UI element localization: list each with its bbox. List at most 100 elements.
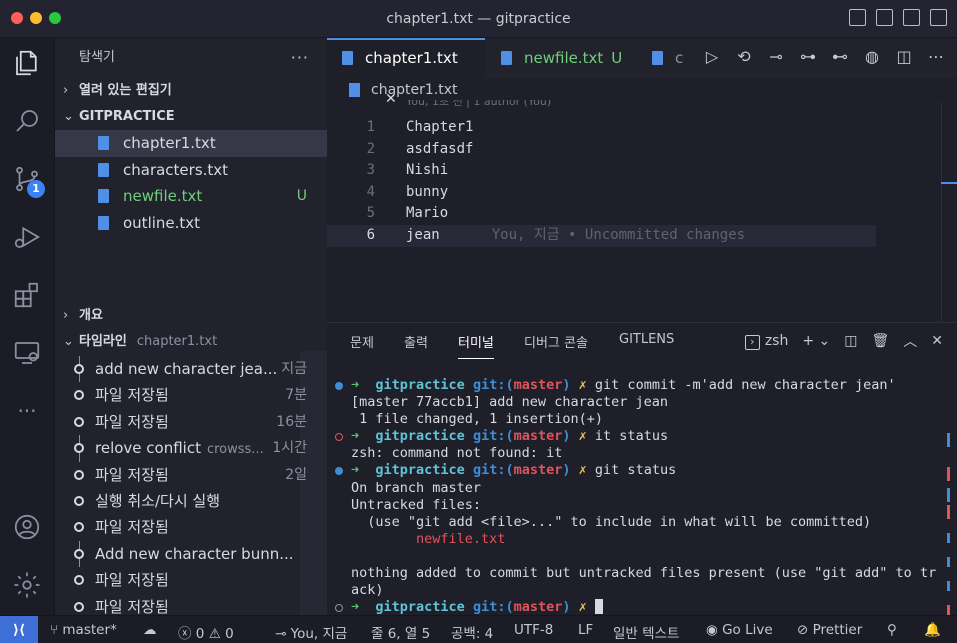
split-editor-icon[interactable]: ◫ [893, 46, 915, 68]
timeline-label: 파일 저장됨 [95, 597, 169, 616]
open-editors-section[interactable]: › 열려 있는 편집기 [55, 78, 327, 104]
file-item[interactable]: outline.txt [55, 210, 327, 237]
code-line[interactable]: 5 Mario [327, 203, 957, 225]
file-item[interactable]: chapter1.txt [55, 130, 327, 157]
remote-indicator-icon[interactable]: ⟩⟨ [0, 616, 38, 643]
folder-section[interactable]: ⌄ GITPRACTICE [55, 104, 327, 130]
code-line[interactable]: 1 Chapter1 [327, 117, 957, 139]
files-icon[interactable] [10, 46, 44, 80]
command-error-marker[interactable] [335, 433, 343, 442]
indentation[interactable]: 공백: 4 [451, 622, 493, 642]
settings-gear-icon[interactable] [10, 568, 44, 602]
tab-overflow[interactable]: c [637, 38, 697, 78]
code-view[interactable]: 1 Chapter1 2 asdfasdf 3 Nishi 4 bunny 5 Mario 6 jea… [327, 117, 957, 247]
timeline-label: 실행 취소/다시 실행 [95, 491, 220, 510]
more-icon[interactable]: ··· [10, 394, 44, 428]
tab-chapter1[interactable]: chapter1.txt ✕ [327, 38, 485, 107]
timeline-item[interactable]: 파일 저장됨 2일 [55, 462, 327, 488]
code-line[interactable]: 2 asdfasdf [327, 139, 957, 161]
extensions-icon[interactable] [10, 278, 44, 312]
go-live-button[interactable]: ◉ Go Live [706, 622, 773, 638]
language-mode[interactable]: 일반 텍스트 [613, 622, 679, 642]
history-icon[interactable]: ⟲ [733, 46, 755, 68]
encoding[interactable]: UTF-8 [514, 622, 553, 638]
account-icon[interactable] [10, 510, 44, 544]
run-icon[interactable]: ▷ [701, 46, 723, 68]
timeline-dot-icon [74, 469, 84, 480]
kill-terminal-icon[interactable]: 🗑 [871, 333, 889, 349]
remote-explorer-icon[interactable] [10, 336, 44, 370]
gitlens-icon[interactable]: ◍ [861, 46, 883, 68]
tab-output[interactable]: 출력 [404, 332, 428, 351]
inline-blame[interactable]: You, 지금 • Uncommitted changes [492, 227, 745, 243]
command-success-marker[interactable] [335, 382, 343, 390]
file-item[interactable]: characters.txt [55, 157, 327, 184]
next-commit-icon[interactable]: ⊷ [829, 46, 851, 68]
more-actions-icon[interactable]: ··· [291, 38, 309, 78]
timeline-item[interactable]: 파일 저장됨 [55, 514, 327, 540]
more-actions-icon[interactable]: ⋯ [925, 46, 947, 68]
tab-terminal[interactable]: 터미널 [458, 332, 494, 359]
timeline-dot-icon [74, 601, 84, 612]
cursor-position[interactable]: 줄 6, 열 5 [371, 622, 430, 642]
toggle-primary-sidebar-icon[interactable] [849, 9, 866, 26]
timeline-item[interactable]: 파일 저장됨 [55, 567, 327, 593]
tab-debug-console[interactable]: 디버그 콘솔 [524, 332, 588, 351]
blame-indicator[interactable]: ⊸ You, 지금 [275, 622, 347, 642]
file-icon [98, 162, 109, 177]
run-debug-icon[interactable] [10, 220, 44, 254]
new-terminal-icon[interactable]: + ⌄ [802, 333, 830, 349]
scm-badge: 1 [27, 180, 45, 198]
commit-icon[interactable]: ⊸ [765, 46, 787, 68]
previous-commit-icon[interactable]: ⊶ [797, 46, 819, 68]
feedback-icon[interactable]: ⚲ [887, 622, 897, 638]
chevron-down-icon: ⌄ [63, 109, 74, 124]
code-line[interactable]: 3 Nishi [327, 160, 957, 182]
split-terminal-icon[interactable]: ◫ [844, 333, 857, 349]
terminal-shell-selector[interactable]: › zsh [744, 333, 788, 350]
timeline-item[interactable]: 파일 저장됨 16분 [55, 409, 327, 435]
timeline-item[interactable]: Add new character bunn... [55, 540, 327, 568]
tab-newfile[interactable]: newfile.txt U [486, 38, 636, 78]
terminal-line: ack) [351, 582, 384, 599]
notifications-bell-icon[interactable]: 🔔 [924, 622, 941, 638]
code-line[interactable]: 4 bunny [327, 182, 957, 204]
blame-header[interactable]: You, 1초 전 | 1 author (You) [406, 100, 551, 108]
customize-layout-icon[interactable] [930, 9, 947, 26]
overview-ruler[interactable] [941, 102, 957, 322]
problems-indicator[interactable]: ⓧ 0 ⚠ 0 [178, 622, 234, 642]
timeline-sub: crowss... [206, 442, 264, 458]
timeline-item[interactable]: relove conflict crowss... 1시간 [55, 435, 327, 462]
file-item[interactable]: newfile.txt U [55, 183, 327, 210]
timeline-item[interactable]: add new character jea... 지금 [55, 356, 327, 383]
timeline-dot-icon [74, 495, 84, 506]
end-of-line[interactable]: LF [578, 622, 593, 638]
toggle-panel-icon[interactable] [876, 9, 893, 26]
terminal-line: Untracked files: [351, 496, 482, 513]
terminal-line: zsh: command not found: it [351, 445, 563, 462]
sync-icon[interactable]: ☁ [143, 622, 157, 638]
file-icon [98, 136, 109, 150]
tab-gitlens[interactable]: GITLENS [619, 332, 674, 347]
close-panel-icon[interactable]: ✕ [931, 333, 943, 349]
code-line[interactable]: 6 jean You, 지금 • Uncommitted changes [327, 224, 876, 247]
outline-section[interactable]: › 개요 [55, 303, 327, 329]
terminal-output[interactable]: ➜ gitpractice git:(master) ✗ git commit … [335, 377, 937, 616]
timeline-item[interactable]: 실행 취소/다시 실행 [55, 488, 327, 514]
timeline-section[interactable]: ⌄ 타임라인 chapter1.txt [55, 329, 327, 355]
breadcrumb[interactable]: chapter1.txt [327, 78, 957, 102]
prompt-marker[interactable] [335, 604, 343, 613]
editor-area: chapter1.txt ✕ newfile.txt U c ▷ ⟲ ⊸ ⊶ ⊷ … [327, 38, 957, 322]
timeline-item[interactable]: 파일 저장됨 7분 [55, 382, 327, 408]
command-success-marker[interactable] [335, 467, 343, 476]
toggle-secondary-sidebar-icon[interactable] [903, 9, 920, 26]
search-icon[interactable] [10, 104, 44, 138]
branch-indicator[interactable]: ⑂ master* [50, 622, 117, 638]
error-icon: ⓧ [178, 626, 192, 642]
maximize-panel-icon[interactable]: ︿ [903, 331, 917, 351]
untracked-badge: U [296, 188, 307, 204]
prettier-button[interactable]: ⊘ Prettier [797, 622, 862, 638]
commit-icon: ⊸ [275, 626, 287, 642]
timeline-label: 타임라인 [79, 334, 127, 349]
tab-problems[interactable]: 문제 [350, 332, 374, 351]
